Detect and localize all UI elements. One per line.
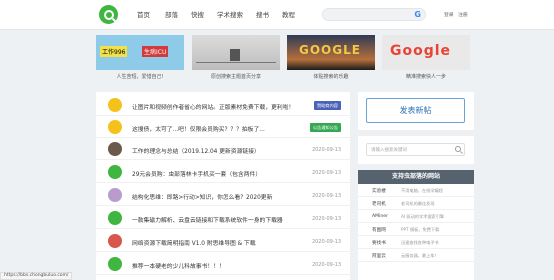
banner-image[interactable] xyxy=(192,35,280,70)
banner-image-text: 工作996 xyxy=(100,46,128,57)
status-badge[interactable]: 赞助商内容 xyxy=(314,101,341,110)
nav-item-quick-search[interactable]: 快搜 xyxy=(191,9,204,19)
list-item[interactable]: 这搜债，太可了...吧！仅限会员购买？？？拍板了... 公告通知公告 xyxy=(96,117,350,138)
status-bar-url: https://bbs.chongbuluo.com/ xyxy=(0,272,73,280)
nav-item-home[interactable]: 首页 xyxy=(137,9,150,19)
site-desc: 云服务器，最上车！ xyxy=(401,253,439,258)
list-item[interactable]: 一款集磁力解析、云盘云链接和下载系统软件一身的下载器 2020-09-13 xyxy=(96,208,350,229)
google-icon[interactable]: G xyxy=(414,10,421,20)
post-date: 2020-09-13 xyxy=(311,147,341,153)
sidebar-item-site[interactable]: 老司机 老司机的最佳发现 xyxy=(358,198,474,210)
banner-image-text: 生病ICU xyxy=(142,46,169,57)
list-item[interactable]: 让图片和视频创作者省心的网站。正版素材免费下载，更利啦！ 赞助商内容 xyxy=(96,95,350,116)
avatar[interactable] xyxy=(108,120,122,134)
supporting-sites-box: 支持虫部落的网站 实验楼 不用电脑，在线学编程 老司机 老司机的最佳发现 AMi… xyxy=(358,170,474,280)
site-desc: AI 驱动的学术搜索引擎 xyxy=(401,214,445,219)
site-name[interactable]: 要找书 xyxy=(372,240,386,246)
post-date: 2020-09-13 xyxy=(311,216,341,222)
site-name[interactable]: 阿里云 xyxy=(372,253,386,259)
nav-item-tribe[interactable]: 部落 xyxy=(165,9,178,19)
main-nav: 首页 部落 快搜 学术搜索 搜书 教程 xyxy=(137,9,308,19)
site-name[interactable]: 实验楼 xyxy=(372,188,386,194)
post-title[interactable]: 工作的理念与总结（2019.12.04 更新资源链接） xyxy=(132,146,260,155)
sidebar-item-site[interactable]: 实验楼 不用电脑，在线学编程 xyxy=(358,185,474,197)
banner-card[interactable]: 工作996 生病ICU 人生苦短，爱惜自己! xyxy=(96,35,184,87)
banner-image-text: Google xyxy=(390,43,452,59)
avatar[interactable] xyxy=(108,211,122,225)
sidebar-item-site[interactable]: 要找书 迅速查找各种电子书 xyxy=(358,237,474,249)
post-title[interactable]: 29元会员购：虫部落林卡手机买一套（包含两件） xyxy=(132,169,261,178)
post-title[interactable]: 一款集磁力解析、云盘云链接和下载系统软件一身的下载器 xyxy=(132,215,283,224)
site-name[interactable]: 有图网 xyxy=(372,227,386,233)
post-title[interactable]: 结构化思维：即路>行动>知识，你怎么看？2020更新 xyxy=(132,192,272,201)
banner-caption[interactable]: 体贴搜索的乐趣 xyxy=(287,73,375,80)
post-title[interactable]: 网络资源下载简明指南 V1.0 附思维导图 & 下载 xyxy=(132,238,256,247)
supporting-sites-header: 支持虫部落的网站 xyxy=(358,170,474,184)
header-search-input[interactable]: G xyxy=(322,8,426,21)
banner-card[interactable]: 原创搜索主题首页分享 xyxy=(192,35,280,87)
list-item[interactable]: 网络资源下载简明指南 V1.0 附思维导图 & 下载 2020-09-13 xyxy=(96,231,350,252)
nav-item-book-search[interactable]: 搜书 xyxy=(256,9,269,19)
top-header: 首页 部落 快搜 学术搜索 搜书 教程 G 登录 注册 xyxy=(0,0,554,30)
banner-caption[interactable]: 人生苦短，爱惜自己! xyxy=(96,73,184,80)
banner-caption[interactable]: 原创搜索主题首页分享 xyxy=(192,73,280,80)
status-badge[interactable]: 公告通知公告 xyxy=(309,123,341,132)
sidebar-search-input[interactable]: 请输入搜索关键词 xyxy=(366,143,465,156)
site-desc: 老司机的最佳发现 xyxy=(401,201,435,206)
sidebar-item-site[interactable]: 阿里云 云服务器，最上车！ xyxy=(358,250,474,262)
sidebar-search-box: 请输入搜索关键词 xyxy=(358,136,474,164)
site-logo[interactable] xyxy=(99,5,118,24)
nav-item-academic-search[interactable]: 学术搜索 xyxy=(217,9,243,19)
nav-item-tutorial[interactable]: 教程 xyxy=(282,9,295,19)
banner-image[interactable]: Google xyxy=(382,35,470,70)
register-link[interactable]: 注册 xyxy=(458,13,468,18)
search-placeholder: 请输入搜索关键词 xyxy=(371,148,407,153)
sidebar-item-site[interactable]: AMiner AI 驱动的学术搜索引擎 xyxy=(358,211,474,223)
banner-card[interactable]: GOOGLE 体贴搜索的乐趣 xyxy=(287,35,375,87)
post-box: 发表新帖 xyxy=(358,92,474,130)
search-icon[interactable] xyxy=(455,146,461,152)
post-date: 2020-09-13 xyxy=(311,262,341,268)
post-title[interactable]: 让图片和视频创作者省心的网站。正版素材免费下载，更利啦！ xyxy=(132,102,294,111)
auth-links: 登录 注册 xyxy=(444,11,471,18)
post-title[interactable]: 推荐一本硬老的少儿科故事书！！！ xyxy=(132,261,225,270)
post-date: 2020-09-13 xyxy=(311,193,341,199)
site-desc: 不用电脑，在线学编程 xyxy=(401,188,443,193)
avatar[interactable] xyxy=(108,234,122,248)
search-icon xyxy=(103,9,114,20)
post-date: 2020-09-13 xyxy=(311,170,341,176)
post-date: 2020-09-13 xyxy=(311,239,341,245)
banner-image[interactable]: 工作996 生病ICU xyxy=(96,35,184,70)
list-item[interactable]: 推荐一本硬老的少儿科故事书！！！ 2020-09-13 xyxy=(96,254,350,275)
avatar[interactable] xyxy=(108,142,122,156)
avatar[interactable] xyxy=(108,98,122,112)
login-link[interactable]: 登录 xyxy=(444,13,454,18)
list-item[interactable]: 工作的理念与总结（2019.12.04 更新资源链接） 2020-09-13 xyxy=(96,139,350,160)
avatar[interactable] xyxy=(108,188,122,202)
banner-image-text: GOOGLE xyxy=(299,43,361,57)
avatar[interactable] xyxy=(108,257,122,271)
banner-card[interactable]: Google 精准搜索快人一步 xyxy=(382,35,470,87)
list-item[interactable]: 结构化思维：即路>行动>知识，你怎么看？2020更新 2020-09-13 xyxy=(96,185,350,206)
new-post-button[interactable]: 发表新帖 xyxy=(366,98,465,123)
site-name[interactable]: 老司机 xyxy=(372,201,386,207)
banner-caption[interactable]: 精准搜索快人一步 xyxy=(382,73,470,80)
site-desc: PPT 模板，免费下载 xyxy=(401,227,440,232)
avatar[interactable] xyxy=(108,165,122,179)
dino-icon xyxy=(230,49,240,61)
sidebar-item-site[interactable]: 有图网 PPT 模板，免费下载 xyxy=(358,224,474,236)
banner-row: 工作996 生病ICU 人生苦短，爱惜自己! 原创搜索主题首页分享 GOOGLE… xyxy=(96,35,474,87)
post-list: 让图片和视频创作者省心的网站。正版素材免费下载，更利啦！ 赞助商内容 这搜债，太… xyxy=(96,92,350,280)
banner-image[interactable]: GOOGLE xyxy=(287,35,375,70)
post-title[interactable]: 这搜债，太可了...吧！仅限会员购买？？？拍板了... xyxy=(132,124,265,133)
site-name[interactable]: AMiner xyxy=(372,214,388,219)
ground-line xyxy=(196,62,276,63)
site-desc: 迅速查找各种电子书 xyxy=(401,240,439,245)
list-item[interactable]: 29元会员购：虫部落林卡手机买一套（包含两件） 2020-09-13 xyxy=(96,162,350,183)
